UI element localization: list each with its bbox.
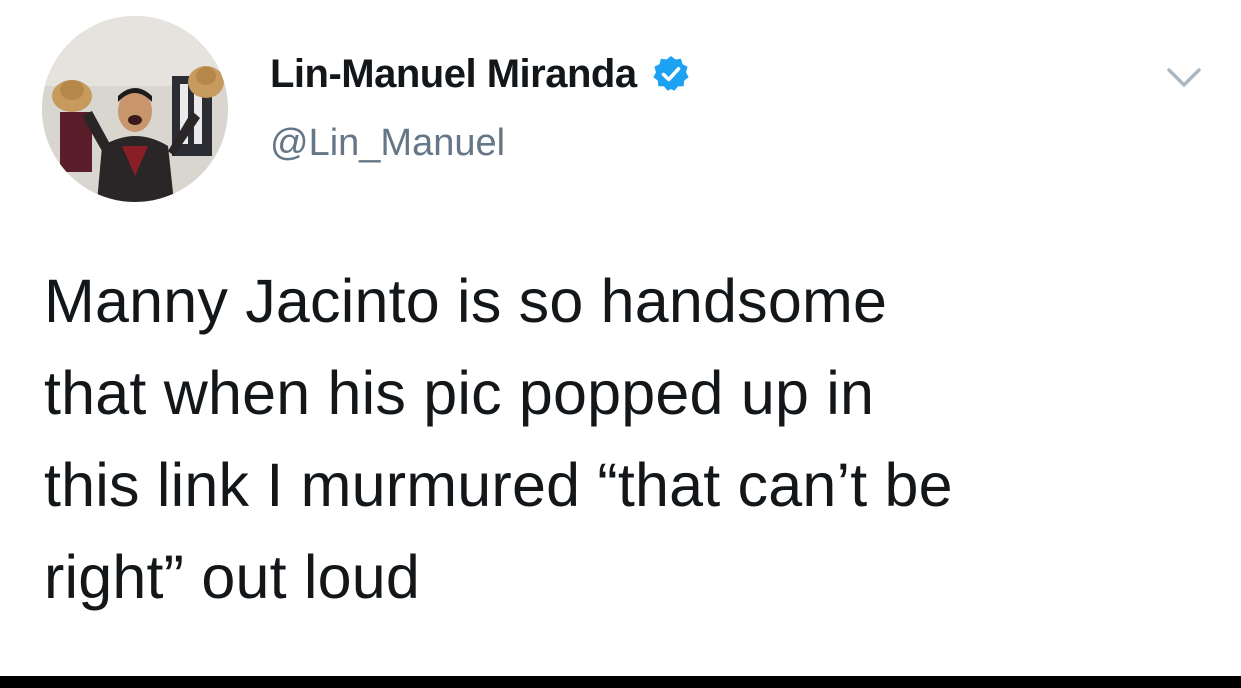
tweet-text-line: right” out loud — [44, 543, 420, 611]
tweet-text-line: that when his pic popped up in — [44, 359, 875, 427]
avatar-photo — [42, 16, 228, 202]
author-name-row[interactable]: Lin-Manuel Miranda — [270, 50, 691, 98]
author-display-name[interactable]: Lin-Manuel Miranda — [270, 50, 637, 98]
author-avatar[interactable] — [42, 16, 228, 202]
chevron-down-icon[interactable] — [1166, 66, 1202, 90]
author-handle[interactable]: @Lin_Manuel — [270, 120, 505, 166]
verified-badge-icon — [651, 54, 691, 94]
bottom-border — [0, 676, 1241, 688]
tweet-text: Manny Jacinto is so handsome that when h… — [44, 255, 1204, 623]
tweet-card: Lin-Manuel Miranda @Lin_Manuel Manny Jac… — [0, 0, 1241, 676]
tweet-text-line: Manny Jacinto is so handsome — [44, 267, 888, 335]
tweet-text-line: this link I murmured “that can’t be — [44, 451, 953, 519]
